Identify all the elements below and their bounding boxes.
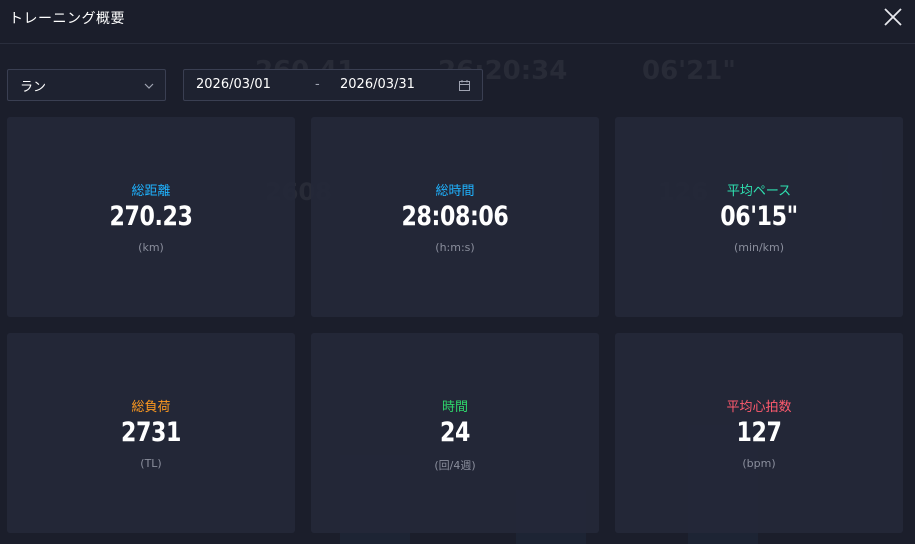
stat-value: 127 (736, 417, 782, 448)
header: トレーニング概要 (0, 0, 915, 44)
stat-label: 平均心拍数 (726, 400, 792, 415)
stat-label: 時間 (441, 400, 468, 415)
close-button[interactable] (882, 6, 904, 28)
stat-value: 270.23 (109, 201, 193, 232)
stat-unit: (min/km) (733, 241, 785, 254)
stat-card-total-time: 総時間 28:08:06 (h:m:s) (311, 117, 599, 317)
sport-select-value: ラン (20, 79, 47, 95)
stat-value: 28:08:06 (401, 201, 509, 232)
stat-value: 06'15" (720, 201, 798, 232)
sport-select[interactable]: ラン (7, 69, 166, 101)
page-title: トレーニング概要 (9, 11, 125, 27)
stat-label: 平均ペース (726, 184, 792, 199)
stat-card-total-distance: 総距離 270.23 (km) (7, 117, 295, 317)
stat-value: 24 (439, 417, 470, 448)
stat-card-sessions: 時間 24 (回/4週) (311, 333, 599, 533)
date-end-input[interactable]: 2026/03/31 (340, 77, 415, 92)
stat-unit: (bpm) (742, 457, 776, 470)
stat-card-average-pace: 平均ペース 06'15" (min/km) (615, 117, 903, 317)
date-range-picker[interactable]: 2026/03/01 - 2026/03/31 (183, 69, 483, 101)
stat-unit: (h:m:s) (435, 241, 475, 254)
stat-label: 総時間 (435, 184, 475, 199)
stat-label: 総距離 (131, 184, 171, 199)
stat-unit: (回/4週) (434, 459, 476, 472)
stat-label: 総負荷 (131, 400, 171, 415)
stat-unit: (TL) (140, 457, 162, 470)
calendar-icon[interactable] (458, 79, 471, 92)
stat-unit: (km) (138, 241, 164, 254)
stat-card-average-heart-rate: 平均心拍数 127 (bpm) (615, 333, 903, 533)
date-start-input[interactable]: 2026/03/01 (196, 77, 271, 92)
stat-card-total-load: 総負荷 2731 (TL) (7, 333, 295, 533)
ghost-value: 06'21" (642, 56, 736, 86)
close-icon (884, 8, 902, 26)
stat-value: 2731 (121, 417, 181, 448)
chevron-down-icon (144, 83, 154, 89)
date-separator: - (315, 77, 320, 92)
